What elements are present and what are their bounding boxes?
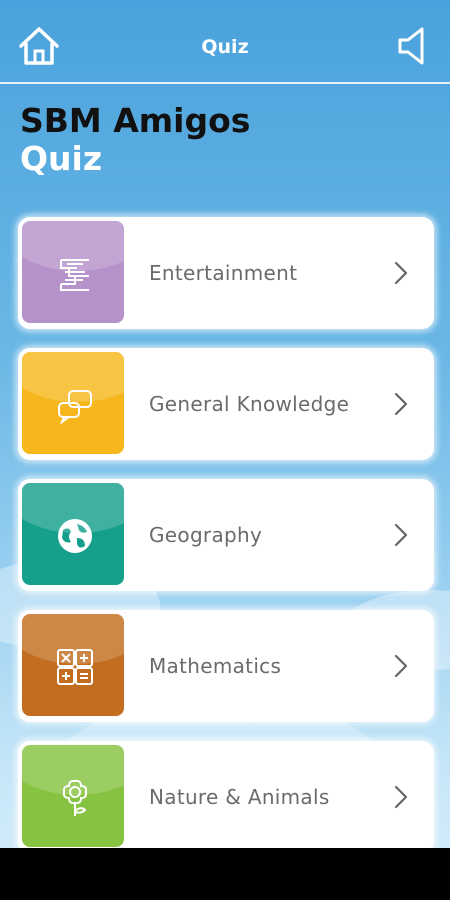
chevron-right-icon	[394, 261, 408, 285]
category-tile	[20, 612, 126, 718]
puzzle-icon	[60, 259, 89, 291]
chevron-right-icon	[394, 392, 408, 416]
category-label: Entertainment	[149, 261, 298, 285]
chevron-right-icon	[394, 785, 408, 809]
category-card-entertainment[interactable]: Entertainment	[18, 217, 434, 329]
calculator-icon	[57, 649, 93, 685]
system-navigation-bar	[0, 848, 450, 900]
category-card-general-knowledge[interactable]: General Knowledge	[18, 348, 434, 460]
category-card-geography[interactable]: Geography	[18, 479, 434, 591]
category-card-mathematics[interactable]: Mathematics	[18, 610, 434, 722]
chevron-right-icon	[394, 654, 408, 678]
flower-icon	[62, 779, 88, 816]
category-card-nature-animals[interactable]: Nature & Animals	[18, 741, 434, 853]
sound-button[interactable]	[396, 26, 430, 66]
category-tile	[20, 481, 126, 587]
category-label: Nature & Animals	[149, 785, 330, 809]
category-label: Mathematics	[149, 654, 282, 678]
category-tile	[20, 743, 126, 849]
quiz-screen: Quiz SBM Amigos Quiz Entertainment Gener…	[0, 0, 450, 900]
header-divider	[0, 82, 450, 84]
category-label: Geography	[149, 523, 263, 547]
chevron-right-icon	[394, 523, 408, 547]
app-name: SBM Amigos	[20, 101, 251, 140]
page-heading: SBM Amigos Quiz	[20, 102, 250, 178]
category-tile	[20, 219, 126, 325]
chat-bubbles-icon	[58, 390, 92, 425]
screen-title: Quiz	[201, 36, 249, 58]
category-tile	[20, 350, 126, 456]
globe-icon	[58, 519, 92, 553]
top-bar: Quiz	[0, 0, 450, 84]
speaker-icon	[398, 27, 424, 65]
page-title: Quiz	[20, 139, 103, 178]
category-list: Entertainment General Knowledge Geograph…	[18, 217, 434, 872]
category-label: General Knowledge	[149, 392, 350, 416]
